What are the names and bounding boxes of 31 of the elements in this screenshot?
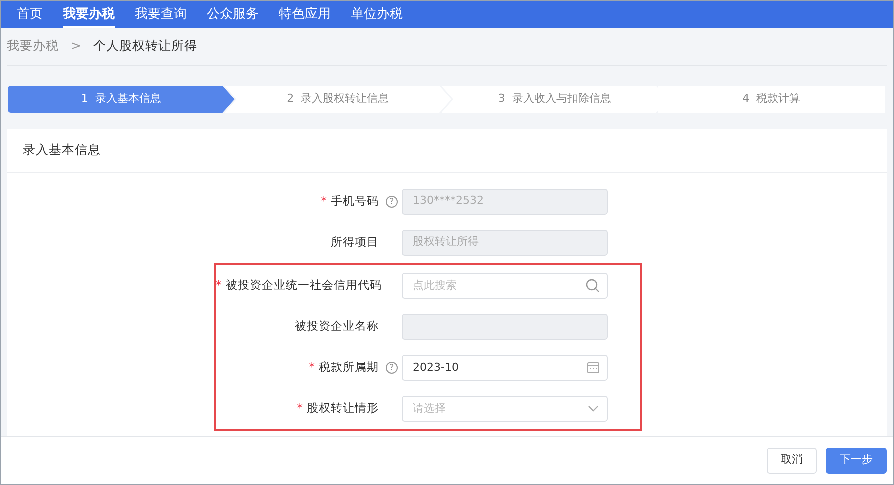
field-label: 被投资企业统一社会信用代码 [226, 278, 382, 292]
field-label: 被投资企业名称 [295, 318, 379, 333]
nav-tab[interactable]: 我要查询 [125, 1, 197, 28]
nav-tab[interactable]: 我要办税 [53, 1, 125, 28]
breadcrumb-item: 个人股权转让所得 [93, 37, 198, 56]
required-mark: * [321, 194, 327, 208]
nav-tab[interactable]: 单位办税 [341, 1, 413, 28]
required-mark: * [297, 400, 303, 415]
field-label: 所得项目 [331, 234, 379, 249]
section-title: 录入基本信息 [7, 129, 887, 173]
search-icon [586, 278, 600, 292]
select-field[interactable]: 请选择 [402, 396, 608, 422]
breadcrumb-item[interactable]: 我要办税 [7, 37, 59, 56]
calendar-icon [587, 360, 600, 374]
readonly-field: 130****2532 [402, 188, 608, 214]
required-mark: * [216, 278, 222, 292]
field-label: 手机号码 [331, 194, 379, 208]
nav-tab[interactable]: 首页 [7, 1, 53, 28]
nav-tab[interactable]: 公众服务 [197, 1, 269, 28]
field-label: 股权转让情形 [307, 400, 379, 415]
help-icon[interactable]: ? [386, 196, 398, 208]
help-icon[interactable]: ? [386, 362, 398, 374]
search-field[interactable]: 点此搜索 [402, 272, 608, 298]
field-label: 税款所属期 [319, 360, 379, 374]
cancel-button[interactable]: 取消 [767, 448, 817, 474]
nav-tab[interactable]: 特色应用 [269, 1, 341, 28]
readonly-field: 股权转让所得 [402, 230, 608, 256]
required-mark: * [309, 360, 315, 374]
breadcrumb-separator: > [71, 37, 82, 56]
date-field[interactable]: 2023-10 [402, 354, 608, 380]
next-button[interactable]: 下一步 [826, 448, 887, 474]
